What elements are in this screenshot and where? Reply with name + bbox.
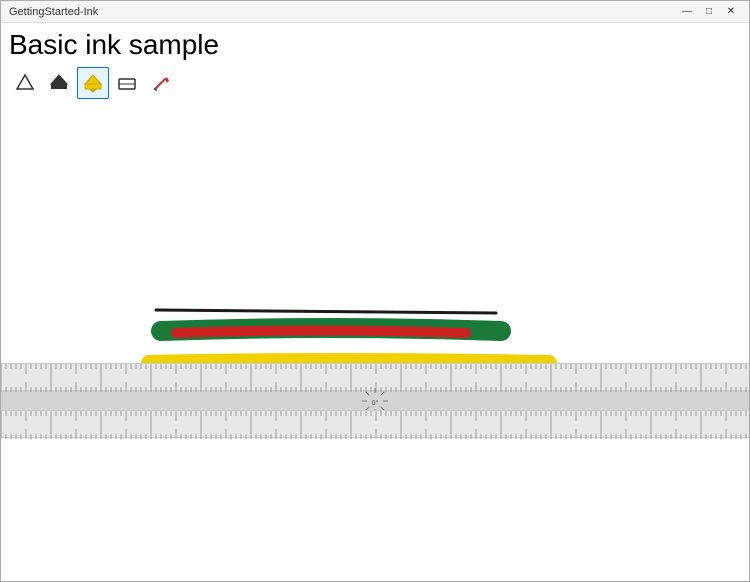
- eraser-button[interactable]: [111, 67, 143, 99]
- pencil-icon: [151, 73, 171, 93]
- ruler-bottom: [1, 410, 749, 438]
- window-controls: — □ ✕: [677, 4, 741, 20]
- pen3-icon: [83, 72, 103, 94]
- window-title: GettingStarted-Ink: [9, 6, 98, 18]
- pen2-icon: [49, 72, 69, 94]
- svg-text:0°: 0°: [372, 399, 379, 407]
- pencil-button[interactable]: [145, 67, 177, 99]
- page-title: Basic ink sample: [1, 23, 749, 65]
- pen3-button[interactable]: [77, 67, 109, 99]
- title-bar: GettingStarted-Ink — □ ✕: [1, 1, 749, 23]
- main-window: GettingStarted-Ink — □ ✕ Basic ink sampl…: [0, 0, 750, 582]
- pen1-icon: [15, 72, 35, 94]
- close-button[interactable]: ✕: [721, 4, 741, 20]
- ink-canvas: [1, 103, 749, 581]
- maximize-button[interactable]: □: [699, 4, 719, 20]
- pen1-button[interactable]: [9, 67, 41, 99]
- pen2-button[interactable]: [43, 67, 75, 99]
- eraser-icon: [117, 73, 137, 93]
- canvas-area[interactable]: 0°: [1, 103, 749, 581]
- ruler-middle: 0°: [1, 391, 749, 410]
- toolbar: [1, 65, 749, 103]
- ruler[interactable]: 0°: [1, 363, 749, 438]
- minimize-button[interactable]: —: [677, 4, 697, 20]
